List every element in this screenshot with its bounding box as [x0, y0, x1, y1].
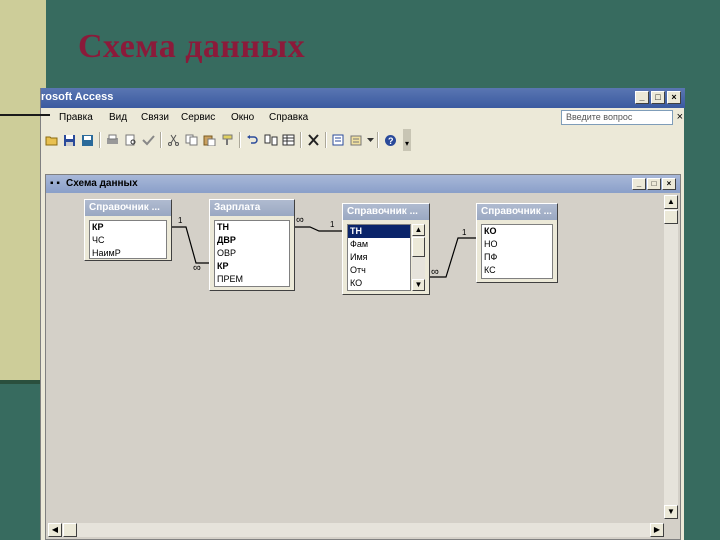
svg-text:?: ? — [388, 136, 394, 146]
slide-accent-line — [0, 114, 50, 116]
new-object-icon[interactable] — [348, 132, 365, 149]
copy-icon[interactable] — [183, 132, 200, 149]
relationship-3[interactable]: ∞ 1 — [430, 228, 476, 278]
help-icon[interactable]: ? — [382, 132, 399, 149]
app-titlebar: rosoft Access _ □ × — [41, 88, 685, 108]
maximize-button[interactable]: □ — [651, 91, 665, 104]
toolbar-options-icon[interactable]: ▾ — [403, 129, 411, 151]
menu-relations[interactable]: Связи — [141, 112, 169, 123]
toolbar-separator — [239, 132, 241, 148]
cut-icon[interactable] — [165, 132, 182, 149]
relationship-1[interactable]: 1 ∞ — [172, 216, 209, 274]
relation-many-label: ∞ — [296, 214, 304, 226]
toolbar: ? ▾ — [41, 128, 441, 152]
toolbar-separator — [325, 132, 327, 148]
relationship-2[interactable]: ∞ 1 — [295, 214, 342, 232]
menu-help[interactable]: Справка — [269, 112, 308, 123]
format-painter-icon[interactable] — [219, 132, 236, 149]
toolbar-separator — [160, 132, 162, 148]
undo-icon[interactable] — [244, 132, 261, 149]
scroll-down-icon[interactable]: ▼ — [664, 505, 678, 519]
scroll-right-icon[interactable]: ▶ — [650, 523, 664, 537]
menu-view[interactable]: Вид — [109, 112, 127, 123]
menu-window[interactable]: Окно — [231, 112, 254, 123]
print-icon[interactable] — [104, 132, 121, 149]
toolbar-separator — [300, 132, 302, 148]
show-table-icon[interactable] — [262, 132, 279, 149]
ask-question-input[interactable]: Введите вопрос — [561, 110, 673, 125]
relation-many-label: ∞ — [431, 266, 439, 278]
minimize-button[interactable]: _ — [635, 91, 649, 104]
relationships-window: ▪ ▪ Схема данных _ □ × Справочник ... КР… — [45, 174, 681, 540]
app-title: rosoft Access — [41, 91, 114, 103]
spell-check-icon[interactable] — [140, 132, 157, 149]
relationship-lines: 1 ∞ ∞ 1 ∞ 1 — [172, 214, 476, 278]
scroll-thumb[interactable] — [664, 210, 678, 224]
menu-bar: Правка Вид Связи Сервис Окно Справка Вве… — [41, 108, 685, 128]
menu-close-icon[interactable]: × — [677, 111, 683, 123]
print-preview-icon[interactable] — [122, 132, 139, 149]
toolbar-separator — [377, 132, 379, 148]
relation-one-label: 1 — [178, 216, 183, 225]
horizontal-scrollbar[interactable]: ◀ ▶ — [48, 523, 664, 537]
relation-one-label: 1 — [330, 220, 335, 229]
access-window: rosoft Access _ □ × Правка Вид Связи Сер… — [40, 88, 685, 540]
vertical-scrollbar[interactable]: ▲ ▼ — [664, 195, 678, 519]
relationships-icon[interactable] — [330, 132, 347, 149]
relation-one-label: 1 — [462, 228, 467, 237]
app-window-controls: _ □ × — [635, 91, 681, 104]
dropdown-arrow-icon[interactable] — [366, 132, 374, 149]
save-icon[interactable] — [61, 132, 78, 149]
delete-icon[interactable] — [305, 132, 322, 149]
scroll-thumb[interactable] — [63, 523, 77, 537]
relation-many-label: ∞ — [193, 262, 201, 274]
open-icon[interactable] — [43, 132, 60, 149]
scroll-left-icon[interactable]: ◀ — [48, 523, 62, 537]
close-button[interactable]: × — [667, 91, 681, 104]
paste-icon[interactable] — [201, 132, 218, 149]
menu-tools[interactable]: Сервис — [181, 112, 215, 123]
save-as-icon[interactable] — [79, 132, 96, 149]
scroll-up-icon[interactable]: ▲ — [664, 195, 678, 209]
slide-title: Схема данных — [78, 28, 306, 65]
show-all-icon[interactable] — [280, 132, 297, 149]
toolbar-separator — [99, 132, 101, 148]
menu-edit[interactable]: Правка — [59, 112, 93, 123]
